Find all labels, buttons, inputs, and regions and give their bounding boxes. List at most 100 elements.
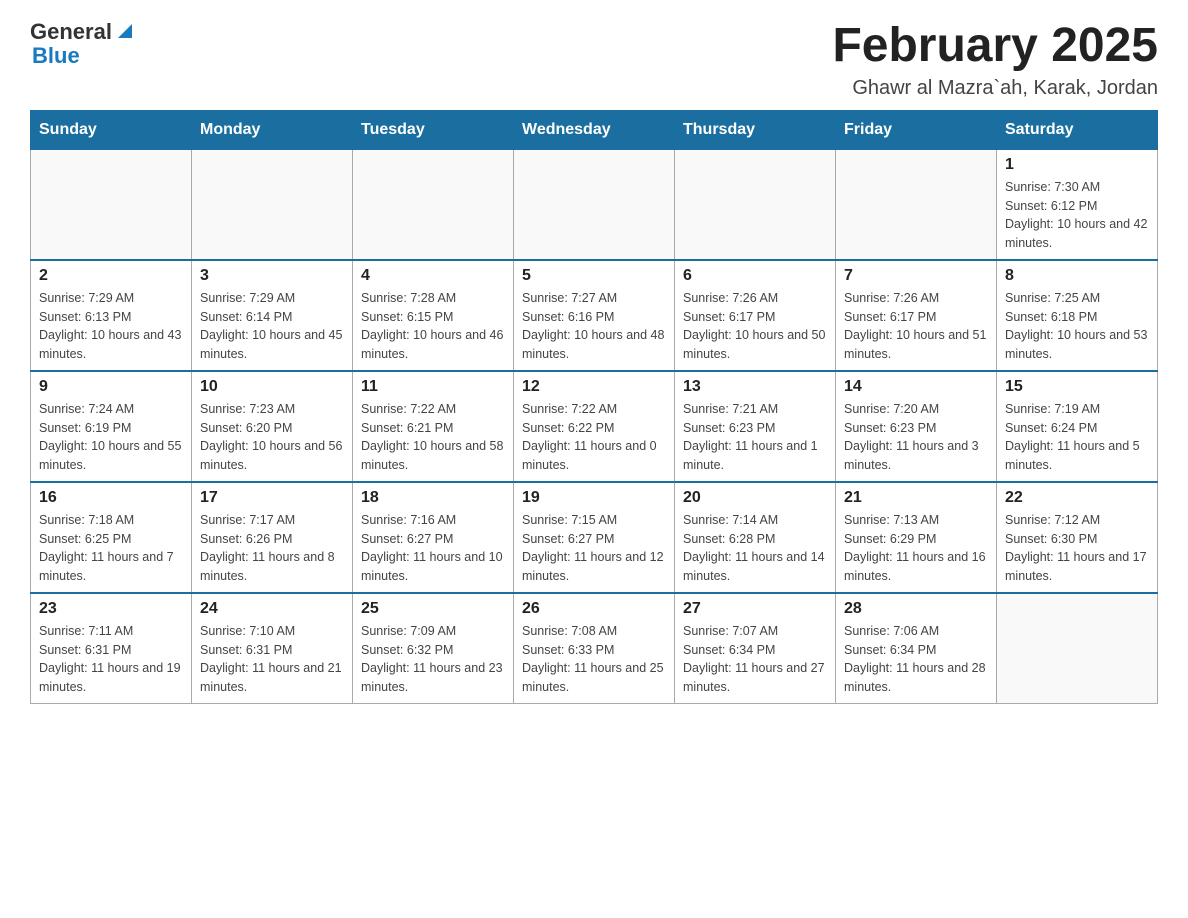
page-header: General Blue February 2025 Ghawr al Mazr… xyxy=(30,20,1158,100)
calendar-day-cell: 28Sunrise: 7:06 AMSunset: 6:34 PMDayligh… xyxy=(836,593,997,704)
day-info: Sunrise: 7:22 AMSunset: 6:21 PMDaylight:… xyxy=(361,400,505,475)
day-info: Sunrise: 7:11 AMSunset: 6:31 PMDaylight:… xyxy=(39,622,183,697)
calendar-day-cell xyxy=(675,149,836,260)
calendar-day-cell xyxy=(353,149,514,260)
calendar-day-cell: 17 Sunrise: 7:17 AMSunset: 6:26 PMDayligh… xyxy=(192,482,353,593)
day-number: 12 xyxy=(522,378,666,396)
day-info: Sunrise: 7:16 AMSunset: 6:27 PMDaylight:… xyxy=(361,511,505,586)
calendar-table: SundayMondayTuesdayWednesdayThursdayFrid… xyxy=(30,110,1158,704)
logo-blue-text: Blue xyxy=(32,44,136,68)
day-info: Sunrise: 7:23 AMSunset: 6:20 PMDaylight:… xyxy=(200,400,344,475)
day-number: 8 xyxy=(1005,267,1149,285)
calendar-day-cell: 20 Sunrise: 7:14 AMSunset: 6:28 PMDayligh… xyxy=(675,482,836,593)
day-info: Sunrise: 7:21 AMSunset: 6:23 PMDaylight:… xyxy=(683,400,827,475)
calendar-day-cell xyxy=(997,593,1158,704)
day-number: 6 xyxy=(683,267,827,285)
day-number: 10 xyxy=(200,378,344,396)
day-info: Sunrise: 7:26 AMSunset: 6:17 PMDaylight:… xyxy=(844,289,988,364)
day-info: Sunrise: 7:20 AMSunset: 6:23 PMDaylight:… xyxy=(844,400,988,475)
day-info: Sunrise: 7:12 AMSunset: 6:30 PMDaylight:… xyxy=(1005,511,1149,586)
day-number: 9 xyxy=(39,378,183,396)
calendar-day-cell: 16 Sunrise: 7:18 AMSunset: 6:25 PMDayligh… xyxy=(31,482,192,593)
day-number: 23 xyxy=(39,600,183,618)
calendar-day-cell: 3 Sunrise: 7:29 AMSunset: 6:14 PMDaylight… xyxy=(192,260,353,371)
day-number: 26 xyxy=(522,600,666,618)
day-info: Sunrise: 7:14 AMSunset: 6:28 PMDaylight:… xyxy=(683,511,827,586)
calendar-header-row: SundayMondayTuesdayWednesdayThursdayFrid… xyxy=(31,110,1158,149)
day-info: Sunrise: 7:07 AMSunset: 6:34 PMDaylight:… xyxy=(683,622,827,697)
calendar-day-cell: 18 Sunrise: 7:16 AMSunset: 6:27 PMDayligh… xyxy=(353,482,514,593)
column-header-thursday: Thursday xyxy=(675,110,836,149)
day-number: 5 xyxy=(522,267,666,285)
calendar-day-cell: 26 Sunrise: 7:08 AMSunset: 6:33 PMDayligh… xyxy=(514,593,675,704)
day-info: Sunrise: 7:06 AMSunset: 6:34 PMDaylight:… xyxy=(844,622,988,697)
column-header-tuesday: Tuesday xyxy=(353,110,514,149)
calendar-day-cell: 5 Sunrise: 7:27 AMSunset: 6:16 PMDaylight… xyxy=(514,260,675,371)
calendar-title: February 2025 xyxy=(832,20,1158,73)
day-number: 17 xyxy=(200,489,344,507)
calendar-subtitle: Ghawr al Mazra`ah, Karak, Jordan xyxy=(832,77,1158,100)
day-number: 18 xyxy=(361,489,505,507)
calendar-day-cell: 14Sunrise: 7:20 AMSunset: 6:23 PMDayligh… xyxy=(836,371,997,482)
calendar-week-row: 23 Sunrise: 7:11 AMSunset: 6:31 PMDayligh… xyxy=(31,593,1158,704)
calendar-day-cell: 2 Sunrise: 7:29 AMSunset: 6:13 PMDaylight… xyxy=(31,260,192,371)
column-header-friday: Friday xyxy=(836,110,997,149)
day-info: Sunrise: 7:24 AMSunset: 6:19 PMDaylight:… xyxy=(39,400,183,475)
day-number: 15 xyxy=(1005,378,1149,396)
calendar-day-cell xyxy=(836,149,997,260)
column-header-wednesday: Wednesday xyxy=(514,110,675,149)
calendar-day-cell xyxy=(514,149,675,260)
column-header-saturday: Saturday xyxy=(997,110,1158,149)
calendar-day-cell xyxy=(31,149,192,260)
calendar-day-cell: 6 Sunrise: 7:26 AMSunset: 6:17 PMDaylight… xyxy=(675,260,836,371)
day-info: Sunrise: 7:30 AMSunset: 6:12 PMDaylight:… xyxy=(1005,178,1149,253)
logo-general-text: General xyxy=(30,20,112,44)
calendar-day-cell: 23 Sunrise: 7:11 AMSunset: 6:31 PMDayligh… xyxy=(31,593,192,704)
calendar-day-cell: 7Sunrise: 7:26 AMSunset: 6:17 PMDaylight… xyxy=(836,260,997,371)
calendar-week-row: 2 Sunrise: 7:29 AMSunset: 6:13 PMDaylight… xyxy=(31,260,1158,371)
day-number: 27 xyxy=(683,600,827,618)
day-number: 22 xyxy=(1005,489,1149,507)
calendar-day-cell: 19Sunrise: 7:15 AMSunset: 6:27 PMDayligh… xyxy=(514,482,675,593)
day-info: Sunrise: 7:13 AMSunset: 6:29 PMDaylight:… xyxy=(844,511,988,586)
day-info: Sunrise: 7:29 AMSunset: 6:14 PMDaylight:… xyxy=(200,289,344,364)
calendar-day-cell: 15 Sunrise: 7:19 AMSunset: 6:24 PMDayligh… xyxy=(997,371,1158,482)
day-info: Sunrise: 7:26 AMSunset: 6:17 PMDaylight:… xyxy=(683,289,827,364)
calendar-day-cell: 11 Sunrise: 7:22 AMSunset: 6:21 PMDayligh… xyxy=(353,371,514,482)
day-number: 11 xyxy=(361,378,505,396)
calendar-day-cell: 22 Sunrise: 7:12 AMSunset: 6:30 PMDayligh… xyxy=(997,482,1158,593)
calendar-day-cell: 25 Sunrise: 7:09 AMSunset: 6:32 PMDayligh… xyxy=(353,593,514,704)
day-number: 24 xyxy=(200,600,344,618)
day-number: 20 xyxy=(683,489,827,507)
day-number: 2 xyxy=(39,267,183,285)
calendar-day-cell: 24Sunrise: 7:10 AMSunset: 6:31 PMDayligh… xyxy=(192,593,353,704)
calendar-day-cell: 12Sunrise: 7:22 AMSunset: 6:22 PMDayligh… xyxy=(514,371,675,482)
day-number: 4 xyxy=(361,267,505,285)
day-number: 3 xyxy=(200,267,344,285)
day-info: Sunrise: 7:09 AMSunset: 6:32 PMDaylight:… xyxy=(361,622,505,697)
day-info: Sunrise: 7:18 AMSunset: 6:25 PMDaylight:… xyxy=(39,511,183,586)
calendar-week-row: 16 Sunrise: 7:18 AMSunset: 6:25 PMDayligh… xyxy=(31,482,1158,593)
column-header-sunday: Sunday xyxy=(31,110,192,149)
calendar-day-cell: 9 Sunrise: 7:24 AMSunset: 6:19 PMDaylight… xyxy=(31,371,192,482)
calendar-day-cell: 8Sunrise: 7:25 AMSunset: 6:18 PMDaylight… xyxy=(997,260,1158,371)
calendar-week-row: 1Sunrise: 7:30 AMSunset: 6:12 PMDaylight… xyxy=(31,149,1158,260)
logo-triangle-icon xyxy=(114,20,136,42)
calendar-day-cell xyxy=(192,149,353,260)
day-number: 25 xyxy=(361,600,505,618)
calendar-day-cell: 1Sunrise: 7:30 AMSunset: 6:12 PMDaylight… xyxy=(997,149,1158,260)
day-info: Sunrise: 7:08 AMSunset: 6:33 PMDaylight:… xyxy=(522,622,666,697)
day-info: Sunrise: 7:19 AMSunset: 6:24 PMDaylight:… xyxy=(1005,400,1149,475)
calendar-day-cell: 4Sunrise: 7:28 AMSunset: 6:15 PMDaylight… xyxy=(353,260,514,371)
logo: General Blue xyxy=(30,20,136,68)
day-number: 19 xyxy=(522,489,666,507)
column-header-monday: Monday xyxy=(192,110,353,149)
calendar-day-cell: 21Sunrise: 7:13 AMSunset: 6:29 PMDayligh… xyxy=(836,482,997,593)
calendar-week-row: 9 Sunrise: 7:24 AMSunset: 6:19 PMDaylight… xyxy=(31,371,1158,482)
calendar-day-cell: 27 Sunrise: 7:07 AMSunset: 6:34 PMDayligh… xyxy=(675,593,836,704)
calendar-day-cell: 10 Sunrise: 7:23 AMSunset: 6:20 PMDayligh… xyxy=(192,371,353,482)
day-number: 16 xyxy=(39,489,183,507)
day-info: Sunrise: 7:29 AMSunset: 6:13 PMDaylight:… xyxy=(39,289,183,364)
day-info: Sunrise: 7:27 AMSunset: 6:16 PMDaylight:… xyxy=(522,289,666,364)
day-info: Sunrise: 7:17 AMSunset: 6:26 PMDaylight:… xyxy=(200,511,344,586)
